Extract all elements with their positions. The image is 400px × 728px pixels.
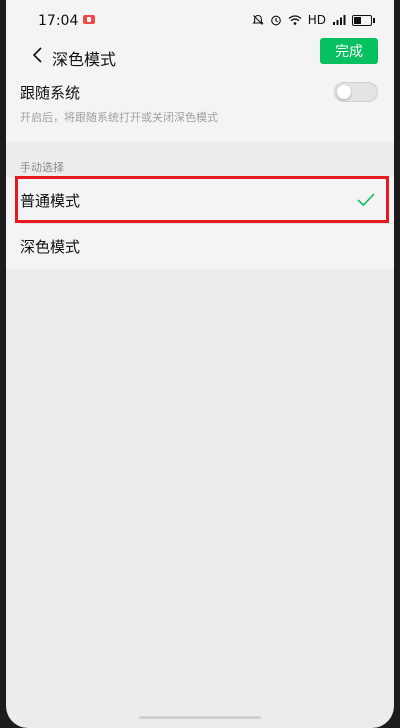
recording-badge-icon (83, 15, 95, 24)
chevron-left-icon[interactable] (28, 44, 50, 66)
follow-system-description: 开启后，将跟随系统打开或关闭深色模式 (20, 111, 218, 124)
wifi-icon (288, 15, 302, 25)
network-label: HD (307, 13, 326, 27)
home-indicator (139, 716, 261, 719)
signal-icon (333, 15, 346, 25)
battery-icon (352, 14, 375, 26)
status-icons: HD (252, 11, 375, 29)
page-title: 深色模式 (52, 50, 117, 69)
follow-system-card: 跟随系统 开启后，将跟随系统打开或关闭深色模式 (6, 70, 394, 142)
checkmark-icon (357, 193, 375, 207)
clock-icon (270, 15, 281, 26)
dark-mode-option[interactable]: 深色模式 (6, 223, 394, 269)
normal-mode-label: 普通模式 (20, 192, 81, 210)
navigation-bar: 深色模式 完成 (6, 38, 394, 70)
manual-section-label: 手动选择 (20, 161, 64, 174)
follow-system-title: 跟随系统 (20, 84, 81, 102)
status-time: 17:04 (38, 13, 79, 29)
normal-mode-option[interactable]: 普通模式 (6, 177, 394, 223)
alarm-icon (252, 14, 264, 25)
option-divider (20, 223, 394, 224)
phone-screen: 17:04 HD 深色模式 完成 跟随系统 开启后，将跟随系统打开或关闭深色模式… (6, 0, 394, 728)
done-button[interactable]: 完成 (320, 38, 378, 64)
dark-mode-label: 深色模式 (20, 238, 81, 256)
toggle-knob (337, 85, 351, 99)
status-bar: 17:04 HD (6, 0, 394, 40)
follow-system-toggle[interactable] (334, 82, 378, 102)
